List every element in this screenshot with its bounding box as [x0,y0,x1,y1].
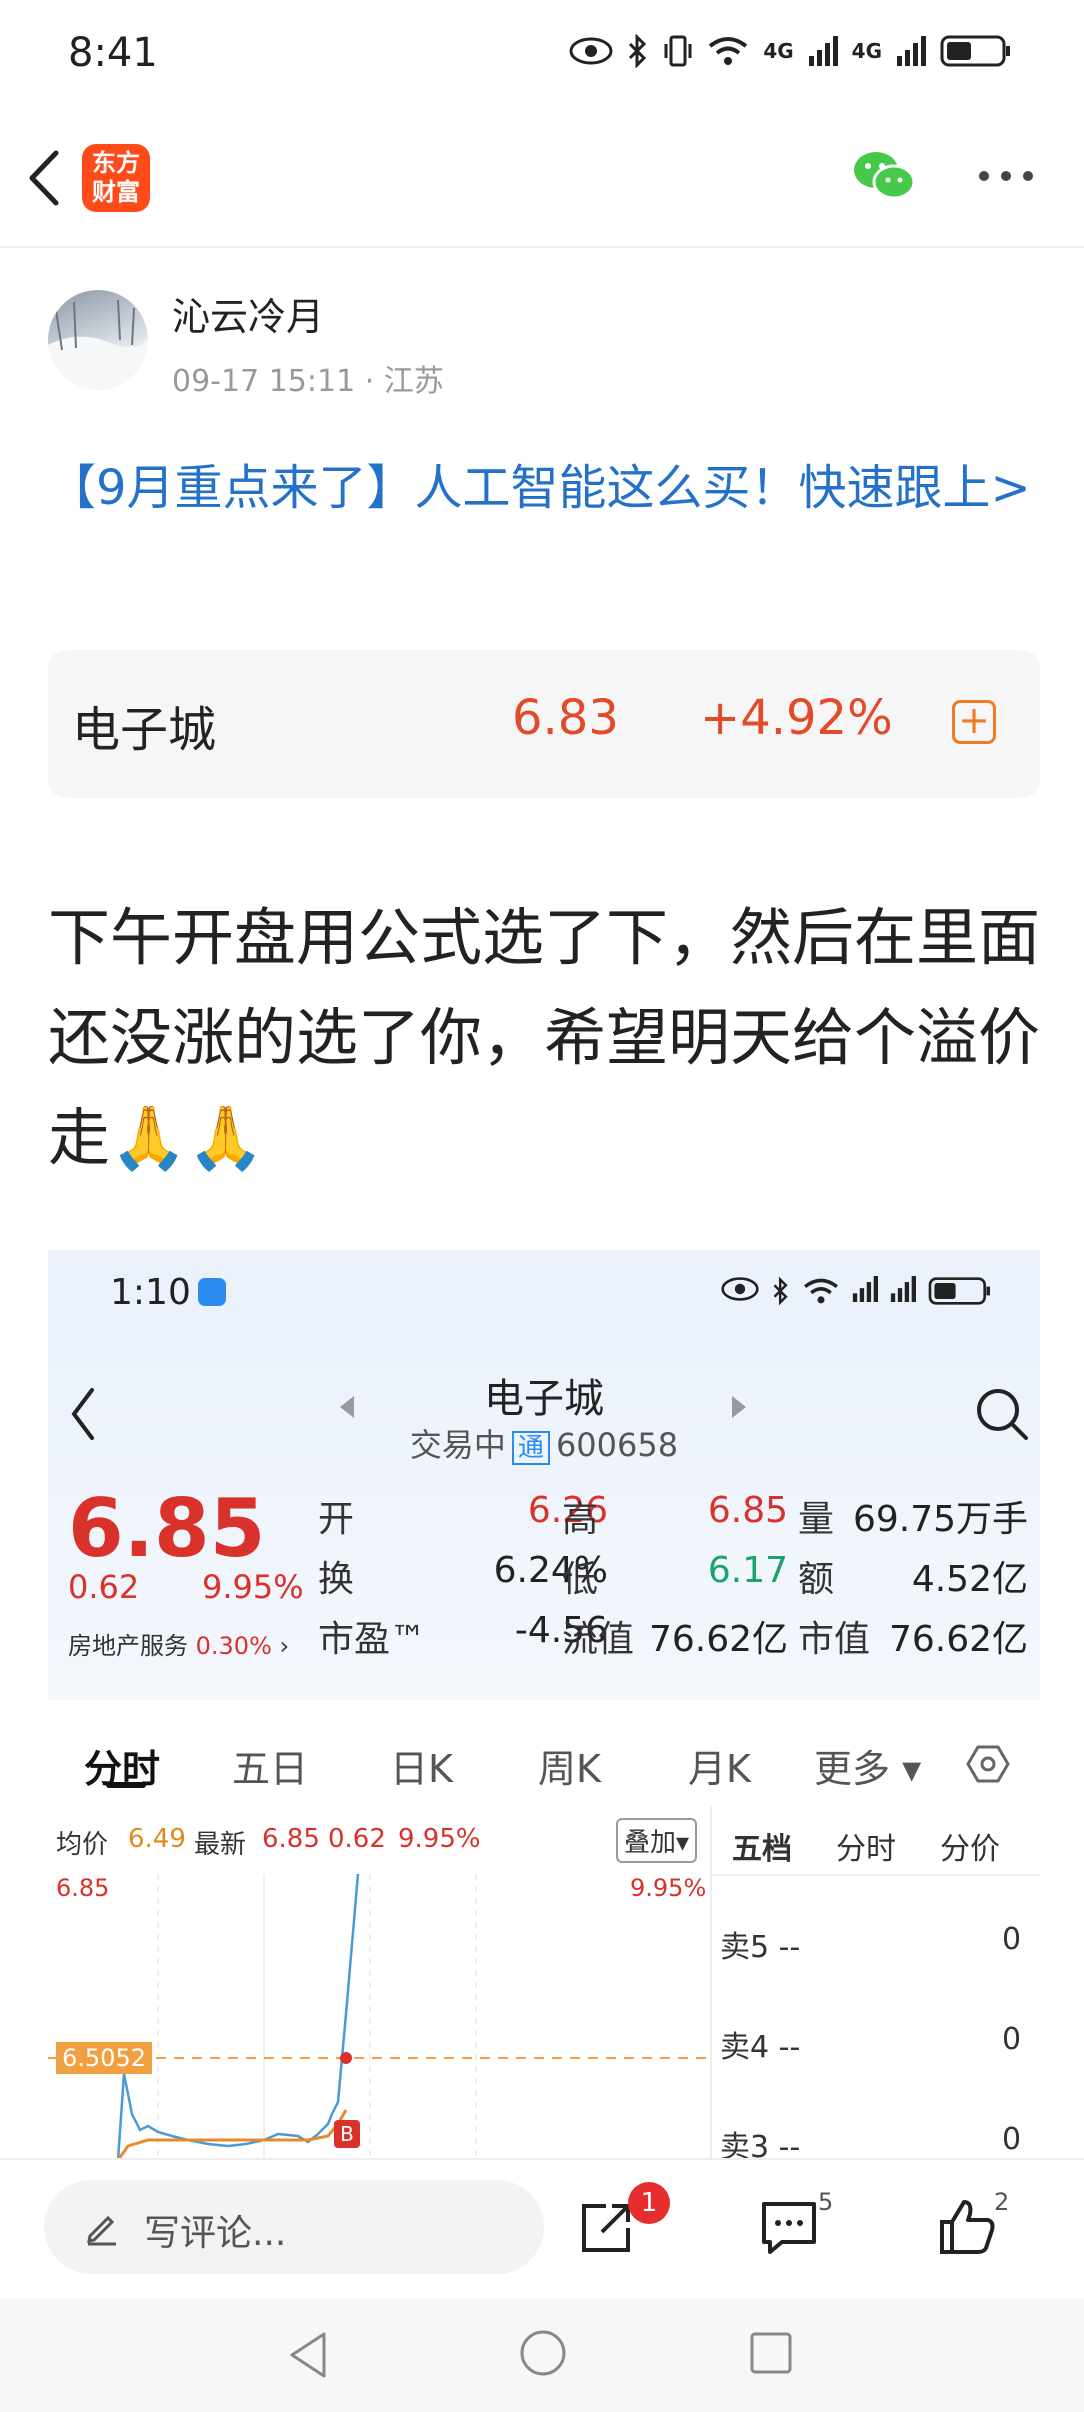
promo-title-link[interactable]: 【9月重点来了】人工智能这么买！快速跟上> [48,450,1038,526]
signal-icon [897,36,926,66]
stock-price: 6.83 [512,690,619,746]
nav-home-icon[interactable] [518,2328,568,2378]
app-header [0,110,1084,248]
wifi-icon [709,37,748,65]
tab-order-price[interactable]: 分价 [940,1824,1000,1868]
vibrate-icon [664,35,692,67]
quote-value: 76.62亿 [888,1619,1028,1660]
system-nav-bar [0,2298,1084,2412]
author-name[interactable]: 沁云冷月 [172,286,324,341]
eye-icon [569,37,613,65]
search-icon[interactable] [974,1386,1030,1442]
add-watchlist-icon[interactable]: + [952,700,996,744]
order-row: 卖4 -- [720,2030,801,2065]
stock-change: +4.92% [700,690,893,746]
embedded-stock-name: 电子城 [484,1376,604,1422]
embedded-change: 0.62 [68,1568,140,1606]
embedded-change-pct: 9.95% [202,1568,304,1606]
overlay-dropdown[interactable]: 叠加▾ [616,1818,698,1863]
comment-placeholder: 写评论... [144,2213,287,2254]
quote-label: 高 [562,1499,599,1540]
embedded-status-icons [720,1276,992,1306]
stock-card[interactable]: 电子城 6.83 +4.92% + [48,650,1040,798]
tab-daily-k[interactable]: 日K [390,1738,453,1793]
back-arrow-icon[interactable] [24,148,64,208]
status-icons: 4G 4G [569,34,1012,68]
tab-more[interactable]: 更多 ▾ [814,1738,921,1793]
signal-icon [808,36,838,66]
chart-info-bar: 均价 6.49 最新 6.85 0.62 9.95% 叠加▾ [48,1806,708,1874]
embedded-price: 6.85 [68,1482,266,1575]
quote-label: 换 [318,1559,355,1600]
embedded-status-time: 1:10 [110,1272,191,1313]
order-volume: 0 [1002,1922,1022,1957]
status-bar: 8:41 4G 4G [0,0,1084,110]
quote-label: 低 [562,1559,599,1600]
eye-icon [721,1277,759,1301]
comment-count: 5 [818,2188,834,2216]
network-4g-label: 4G [763,39,794,63]
tab-order-levels[interactable]: 五档 [732,1824,792,1868]
quote-value: 4.52亿 [911,1559,1028,1600]
pencil-icon [87,2215,116,2246]
app-logo: 东方 财富 [82,144,150,212]
wifi-icon [804,1278,838,1304]
chart-ymax-label: 6.85 [56,1874,110,1902]
quote-value: 69.75万手 [852,1499,1028,1540]
nav-recents-icon[interactable] [748,2330,794,2376]
sector-link[interactable]: 房地产服务 0.30% › [68,1626,289,1661]
more-options-icon[interactable] [978,168,1034,184]
status-time: 8:41 [68,30,158,76]
share-badge: 1 [628,2182,670,2224]
order-volume: 0 [1002,2122,1022,2157]
trading-status: 交易中通 600658 [409,1426,679,1465]
quote-value: 6.85 [707,1490,788,1531]
nav-back-icon[interactable] [286,2330,330,2380]
connect-badge: 通 [511,1431,550,1465]
order-row: 卖3 -- [720,2130,801,2160]
order-row: 卖5 -- [720,1930,801,1965]
avatar[interactable] [48,290,148,390]
network-4g-label: 4G [851,39,882,63]
order-volume: 0 [1002,2022,1022,2057]
wechat-share-icon[interactable] [852,148,916,204]
price-marker: 6.5052 [56,2042,152,2074]
share-icon[interactable] [576,2198,636,2258]
active-tab-indicator [106,1782,146,1788]
settings-hex-icon[interactable] [966,1744,1010,1784]
quote-value: 76.62亿 [648,1619,788,1660]
notification-icon [198,1278,226,1306]
tab-monthly-k[interactable]: 月K [688,1738,751,1793]
quote-label: 市盈™ [318,1619,427,1660]
intraday-chart[interactable] [48,1874,710,2160]
tab-order-time[interactable]: 分时 [836,1824,896,1868]
order-book: 五档 分时 分价 卖5 -- 0 卖4 -- 0 卖3 -- 0 [710,1806,1040,2160]
stock-name: 电子城 [72,702,217,758]
tab-weekly-k[interactable]: 周K [538,1738,601,1793]
signal-icon [890,1276,916,1302]
quote-label: 开 [318,1499,355,1540]
quote-label: 流值 [562,1619,635,1660]
buy-marker: B [334,2120,360,2148]
battery-icon [928,1277,990,1305]
like-icon[interactable] [936,2196,998,2258]
embedded-screenshot[interactable]: 1:10 电子城 交易中通 600658 6.85 0.62 9.95% 房地产服… [48,1250,1040,2160]
battery-icon [940,35,1010,67]
chart-tabs: 分时 五日 日K 周K 月K 更多 ▾ [48,1716,1040,1806]
like-count: 2 [994,2188,1010,2216]
comment-icon[interactable] [758,2198,820,2258]
bluetooth-icon [629,34,647,68]
signal-icon [852,1276,878,1302]
bluetooth-icon [773,1276,788,1306]
quote-value: 6.17 [707,1550,788,1591]
comment-input[interactable]: 写评论... [44,2180,544,2274]
chart-ymax-pct-label: 9.95% [630,1874,707,1902]
tab-five-day[interactable]: 五日 [232,1738,308,1793]
post-body: 下午开盘用公式选了下，然后在里面还没涨的选了你，希望明天给个溢价走🙏🙏 [48,901,1041,1174]
post-meta: 09-17 15:11 · 江苏 [172,364,444,399]
